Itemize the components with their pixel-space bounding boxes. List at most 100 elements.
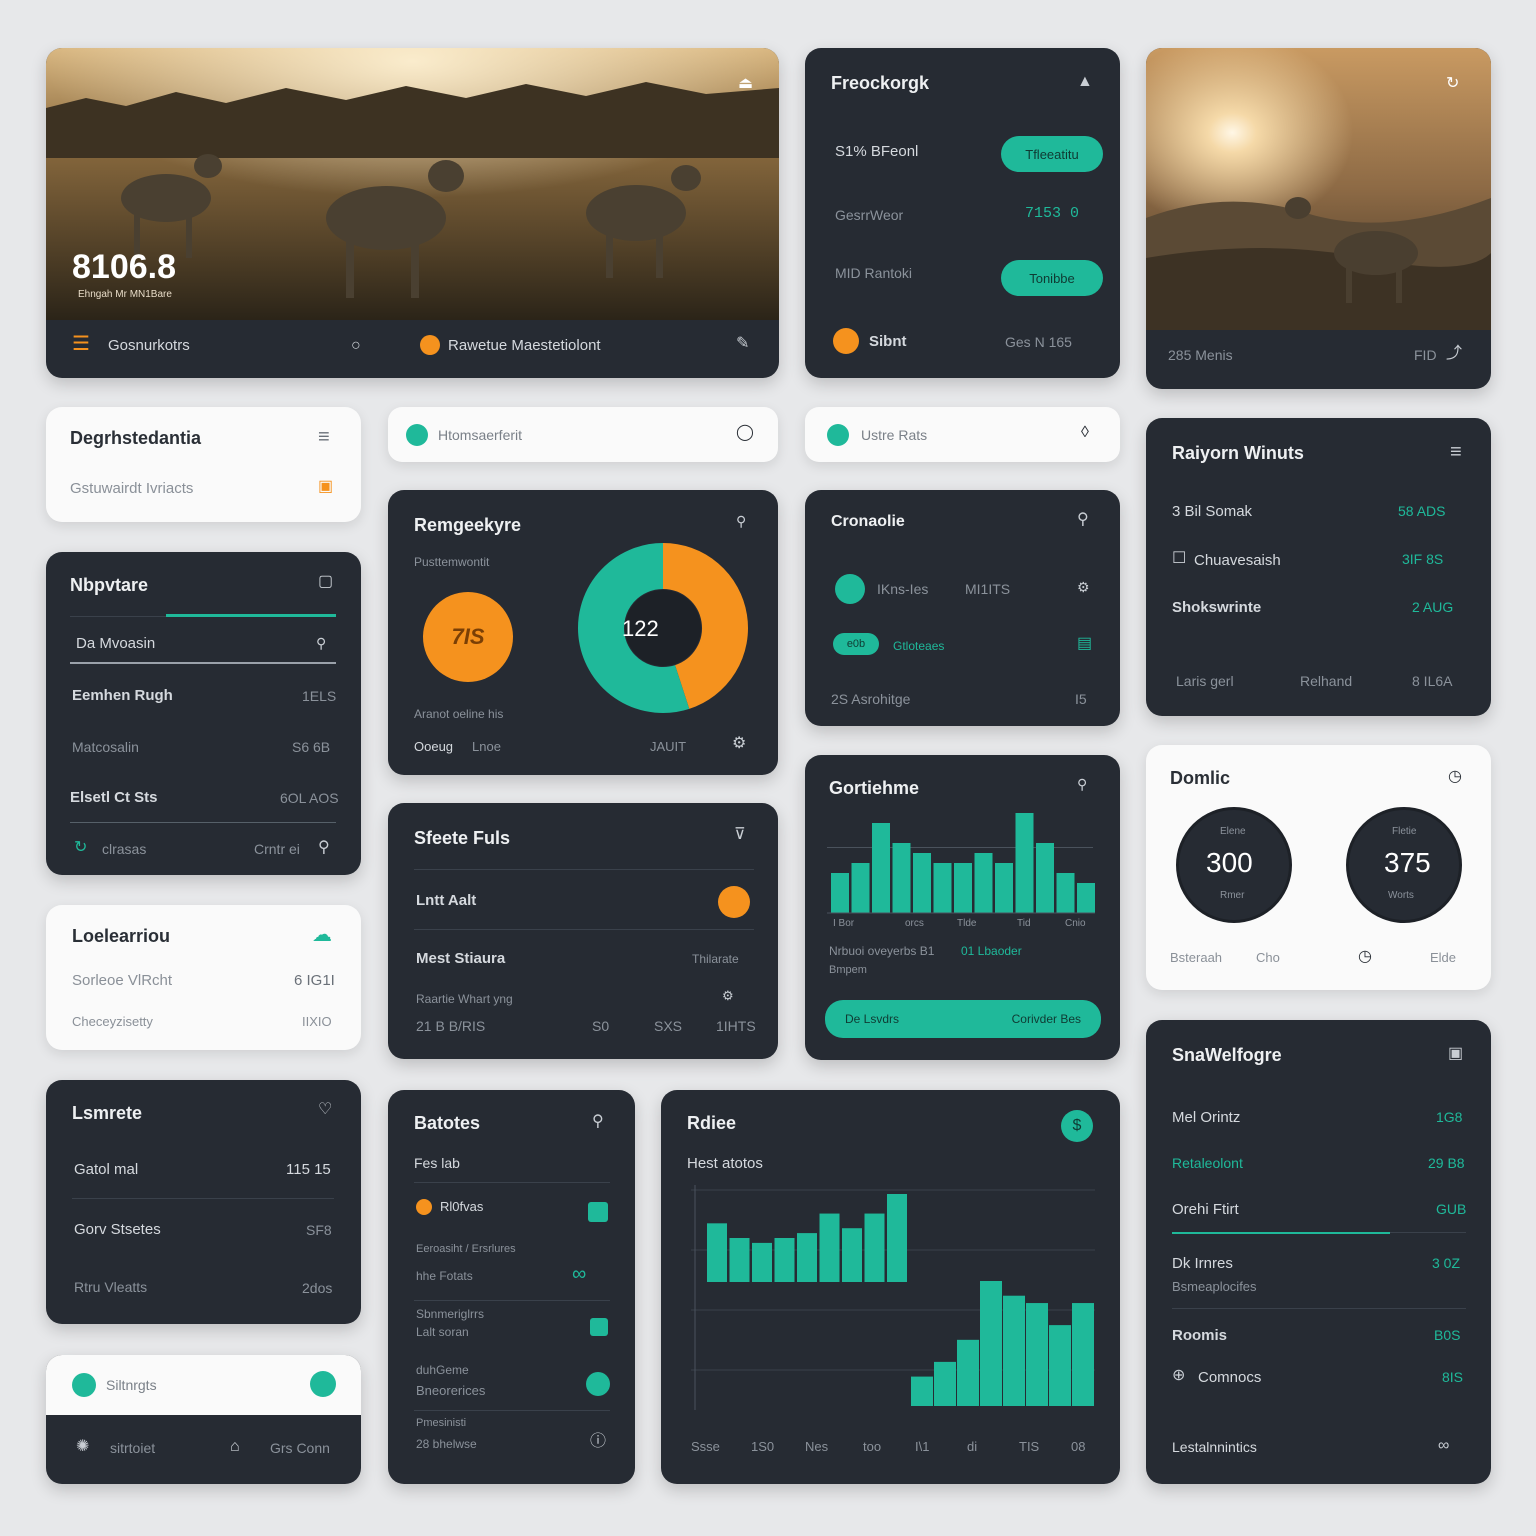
card-title: Degrhstedantia: [70, 428, 202, 448]
hero-value: 8106.8: [72, 248, 176, 286]
x-tick: I\1: [915, 1439, 930, 1454]
eject-icon[interactable]: ⏏: [738, 76, 753, 92]
row-label: Sibnt: [869, 333, 907, 350]
pin-icon[interactable]: ⚲: [318, 840, 330, 856]
checkbox-icon[interactable]: ☐: [1172, 551, 1186, 567]
chart-bar: [954, 863, 972, 913]
card-sub: Fes lab: [414, 1155, 460, 1171]
teal-dot[interactable]: [586, 1372, 610, 1396]
chart-bar: [911, 1376, 933, 1406]
footer-label: Laris gerl: [1176, 673, 1234, 689]
chart-bar: [864, 1213, 885, 1282]
status-dot: [833, 328, 859, 354]
orange-dot: [416, 1199, 432, 1215]
sunset-footer-left: 285 Menis: [1168, 347, 1233, 363]
settings-icon[interactable]: ⚙: [732, 736, 746, 752]
teal-dot-icon: [827, 424, 849, 446]
primary-button[interactable]: De Lsvdrs Corivder Bes: [825, 1000, 1101, 1038]
filter-icon[interactable]: ⊽: [734, 827, 746, 843]
square-icon[interactable]: ▢: [318, 574, 333, 590]
chart-bar: [872, 823, 890, 913]
edit-icon[interactable]: ✎: [736, 336, 749, 352]
loelearriou-card: Loelearriou ☁ Sorleoe VlRcht 6 IG1I Chec…: [46, 905, 361, 1050]
row-label: Mel Orintz: [1172, 1109, 1241, 1126]
refresh-icon[interactable]: ↻: [74, 840, 87, 856]
check-icon[interactable]: [310, 1371, 336, 1397]
footer-value: 8 IL6A: [1412, 673, 1453, 689]
cloud-icon[interactable]: ☁: [312, 925, 332, 945]
snawelfogre-card: SnaWelfogre ▣ Mel Orintz 1G8 Retaleolont…: [1146, 1020, 1491, 1484]
calendar-icon[interactable]: ▤: [1077, 636, 1092, 652]
row-label: Comnocs: [1198, 1369, 1262, 1386]
info-circle-icon[interactable]: ⓘ: [590, 1434, 606, 1450]
sunset-card: ↻ 285 Menis FID ⤴: [1146, 48, 1491, 389]
goggles-icon[interactable]: ∞: [572, 1264, 586, 1284]
row-label: Orehi Ftirt: [1172, 1201, 1239, 1218]
clock-icon[interactable]: ◷: [1448, 769, 1462, 785]
footer-value: 1IHTS: [716, 1018, 756, 1034]
glasses-icon[interactable]: ∞: [1438, 1438, 1449, 1454]
row-value: I5: [1075, 691, 1087, 707]
row-label: Roomis: [1172, 1327, 1228, 1344]
chart-bar: [1072, 1303, 1094, 1406]
row-value: 7153 0: [1025, 205, 1080, 222]
lock-icon[interactable]: ▣: [318, 479, 333, 495]
share-icon[interactable]: ⤴: [1446, 346, 1462, 362]
sfeete-card: Sfeete Fuls ⊽ Lntt Aalt Mest Stiaura Thi…: [388, 803, 778, 1059]
loader-icon[interactable]: ✺: [76, 1439, 89, 1455]
clear-icon[interactable]: ⚲: [316, 636, 326, 650]
menu-icon[interactable]: ≡: [1450, 442, 1462, 462]
x-tick: Ssse: [691, 1439, 720, 1454]
teal-square[interactable]: [590, 1318, 608, 1336]
search-icon[interactable]: ⚲: [1077, 512, 1089, 528]
status-badge[interactable]: e0b: [833, 633, 879, 655]
tag-icon[interactable]: ◊: [1081, 425, 1089, 441]
row-label: MI1ITS: [965, 581, 1011, 597]
action-button[interactable]: Tonibbe: [1001, 260, 1103, 296]
save-icon[interactable]: ▣: [1448, 1046, 1463, 1062]
domlic-card: Domlic ◷ Elene 300 Rmer Fletie 375 Worts…: [1146, 745, 1491, 990]
circle-icon[interactable]: ◯: [736, 425, 754, 441]
hero-footer-left: Gosnurkotrs: [108, 337, 190, 354]
x-tick: 08: [1071, 1439, 1086, 1454]
x-tick: TIS: [1019, 1439, 1040, 1454]
refresh-icon[interactable]: ↻: [1446, 76, 1459, 92]
home-icon[interactable]: ⌂: [230, 1439, 240, 1455]
shield-icon[interactable]: ♡: [318, 1102, 332, 1118]
gear-icon[interactable]: ⚙: [722, 989, 734, 1002]
cronaolie-card: Cronaolie ⚲ IKns-Ies MI1ITS ⚙ e0b Gtlote…: [805, 490, 1120, 726]
row-value: 3IF 8S: [1402, 551, 1444, 567]
nbpvtare-card: Nbpvtare ▢ Da Mvoasin ⚲ Eemhen Rugh 1ELS…: [46, 552, 361, 875]
teal-square[interactable]: [588, 1202, 608, 1222]
batotes-card: Batotes ⚲ Fes lab Rl0fvas Eeroasiht / Er…: [388, 1090, 635, 1484]
footer-label: JAUIT: [650, 739, 687, 754]
gear-icon[interactable]: ⚙: [1077, 580, 1090, 594]
chart-bar: [995, 863, 1013, 913]
row-label: Eeroasiht / Ersrlures: [416, 1243, 516, 1255]
pill-label: Siltnrgts: [106, 1377, 157, 1393]
pin-icon[interactable]: ⚲: [592, 1114, 604, 1130]
row-label: Rtru Vleatts: [74, 1279, 148, 1295]
chart-bar: [1026, 1303, 1048, 1406]
row-value: Thilarate: [692, 952, 739, 966]
timer-icon[interactable]: ◷: [1358, 949, 1372, 965]
menu-icon[interactable]: ≡: [318, 427, 330, 447]
search-input[interactable]: Da Mvoasin: [76, 636, 155, 651]
search-pill[interactable]: Htomsaerferit ◯: [388, 407, 778, 462]
plus-circle-icon[interactable]: ⊕: [1172, 1368, 1185, 1384]
row-label: Eemhen Rugh: [72, 687, 173, 704]
circle-icon[interactable]: ○: [351, 338, 361, 354]
freockorgk-card: Freockorgk ▲ S1% BFeonl Tfleeatitu Gesrr…: [805, 48, 1120, 378]
row-label: Dk Irnres: [1172, 1255, 1233, 1272]
action-button[interactable]: Tfleeatitu: [1001, 136, 1103, 172]
row-value: S6 6B: [292, 739, 331, 755]
chart-bar: [1077, 883, 1095, 913]
alert-dot[interactable]: [718, 886, 750, 918]
card-title: SnaWelfogre: [1172, 1045, 1282, 1065]
chart-bar: [1036, 843, 1054, 913]
signal-card: Siltnrgts ✺ sitrtoiet ⌂ Grs Conn: [46, 1355, 361, 1484]
list-icon[interactable]: ☰: [72, 334, 90, 354]
status-pill[interactable]: Ustre Rats ◊: [805, 407, 1120, 462]
row-label: Gorv Stsetes: [74, 1221, 161, 1238]
triangle-icon[interactable]: ▲: [1077, 74, 1093, 90]
